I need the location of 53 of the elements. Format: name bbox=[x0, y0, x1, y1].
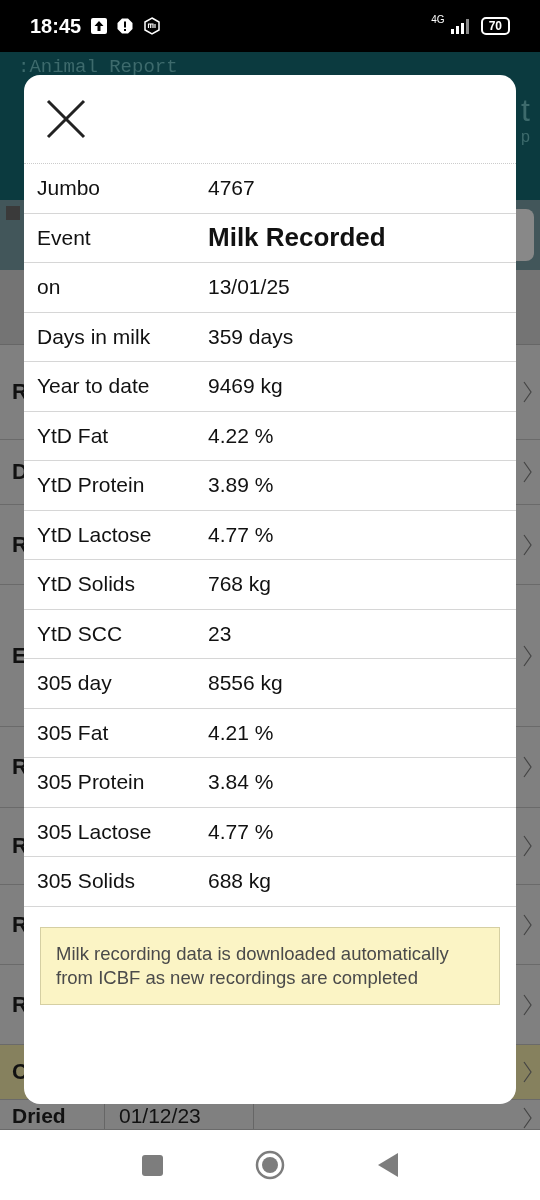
field-value: 768 kg bbox=[208, 572, 272, 597]
status-time: 18:45 bbox=[30, 14, 82, 38]
field-value: 4.21 % bbox=[208, 720, 274, 745]
event-label: Dried bbox=[12, 1104, 67, 1129]
upload-icon bbox=[91, 18, 108, 34]
info-note: Milk recording data is downloaded automatically from ICBF as new recordings are completed bbox=[40, 926, 500, 1005]
field-label: 305 Fat bbox=[37, 720, 110, 745]
chevron-icon bbox=[523, 1061, 532, 1083]
field-label: Jumbo bbox=[37, 176, 102, 201]
field-label: 305 Solids bbox=[37, 869, 137, 894]
chevron-icon bbox=[523, 381, 532, 403]
back-button[interactable] bbox=[376, 1152, 399, 1178]
field-value: 359 days bbox=[208, 324, 294, 349]
field-label: Year to date bbox=[37, 374, 151, 399]
recents-button[interactable] bbox=[141, 1154, 163, 1176]
field-label: Days in milk bbox=[37, 324, 152, 349]
chevron-icon bbox=[523, 756, 532, 778]
field-value: 4.77 % bbox=[208, 819, 274, 844]
field-value: 4.77 % bbox=[208, 522, 274, 547]
field-value: 23 bbox=[208, 621, 232, 646]
network-type: 4G bbox=[431, 14, 445, 25]
home-button[interactable] bbox=[254, 1150, 285, 1180]
field-label: YtD Lactose bbox=[37, 522, 153, 547]
chevron-icon bbox=[523, 1107, 532, 1129]
field-value: 688 kg bbox=[208, 869, 272, 894]
hexagon-icon bbox=[143, 17, 162, 35]
field-value: 4.22 % bbox=[208, 423, 274, 448]
field-label: Event bbox=[37, 225, 92, 250]
chevron-icon bbox=[523, 533, 532, 556]
chevron-icon bbox=[523, 461, 532, 483]
field-label: YtD Fat bbox=[37, 423, 110, 448]
field-label: 305 day bbox=[37, 671, 113, 696]
alert-icon bbox=[117, 18, 134, 34]
signal-icon bbox=[448, 18, 471, 34]
field-value: 9469 kg bbox=[208, 374, 283, 399]
chevron-icon bbox=[523, 644, 532, 667]
field-label: YtD SCC bbox=[37, 621, 124, 646]
field-label: on bbox=[37, 275, 62, 300]
field-value: 3.89 % bbox=[208, 473, 274, 498]
field-value: 13/01/25 bbox=[208, 275, 290, 300]
close-icon[interactable] bbox=[46, 99, 86, 139]
field-value: 4767 bbox=[208, 176, 255, 201]
chevron-icon bbox=[523, 835, 532, 857]
battery-indicator: 70 bbox=[480, 17, 510, 35]
field-value: 8556 kg bbox=[208, 671, 283, 696]
field-value: Milk Recorded bbox=[208, 222, 386, 254]
field-value: 3.84 % bbox=[208, 770, 274, 795]
field-label: YtD Solids bbox=[37, 572, 137, 597]
field-label: 305 Protein bbox=[37, 770, 146, 795]
chevron-icon bbox=[523, 913, 532, 936]
field-label: YtD Protein bbox=[37, 473, 146, 498]
chevron-icon bbox=[523, 993, 532, 1016]
field-label: 305 Lactose bbox=[37, 819, 153, 844]
